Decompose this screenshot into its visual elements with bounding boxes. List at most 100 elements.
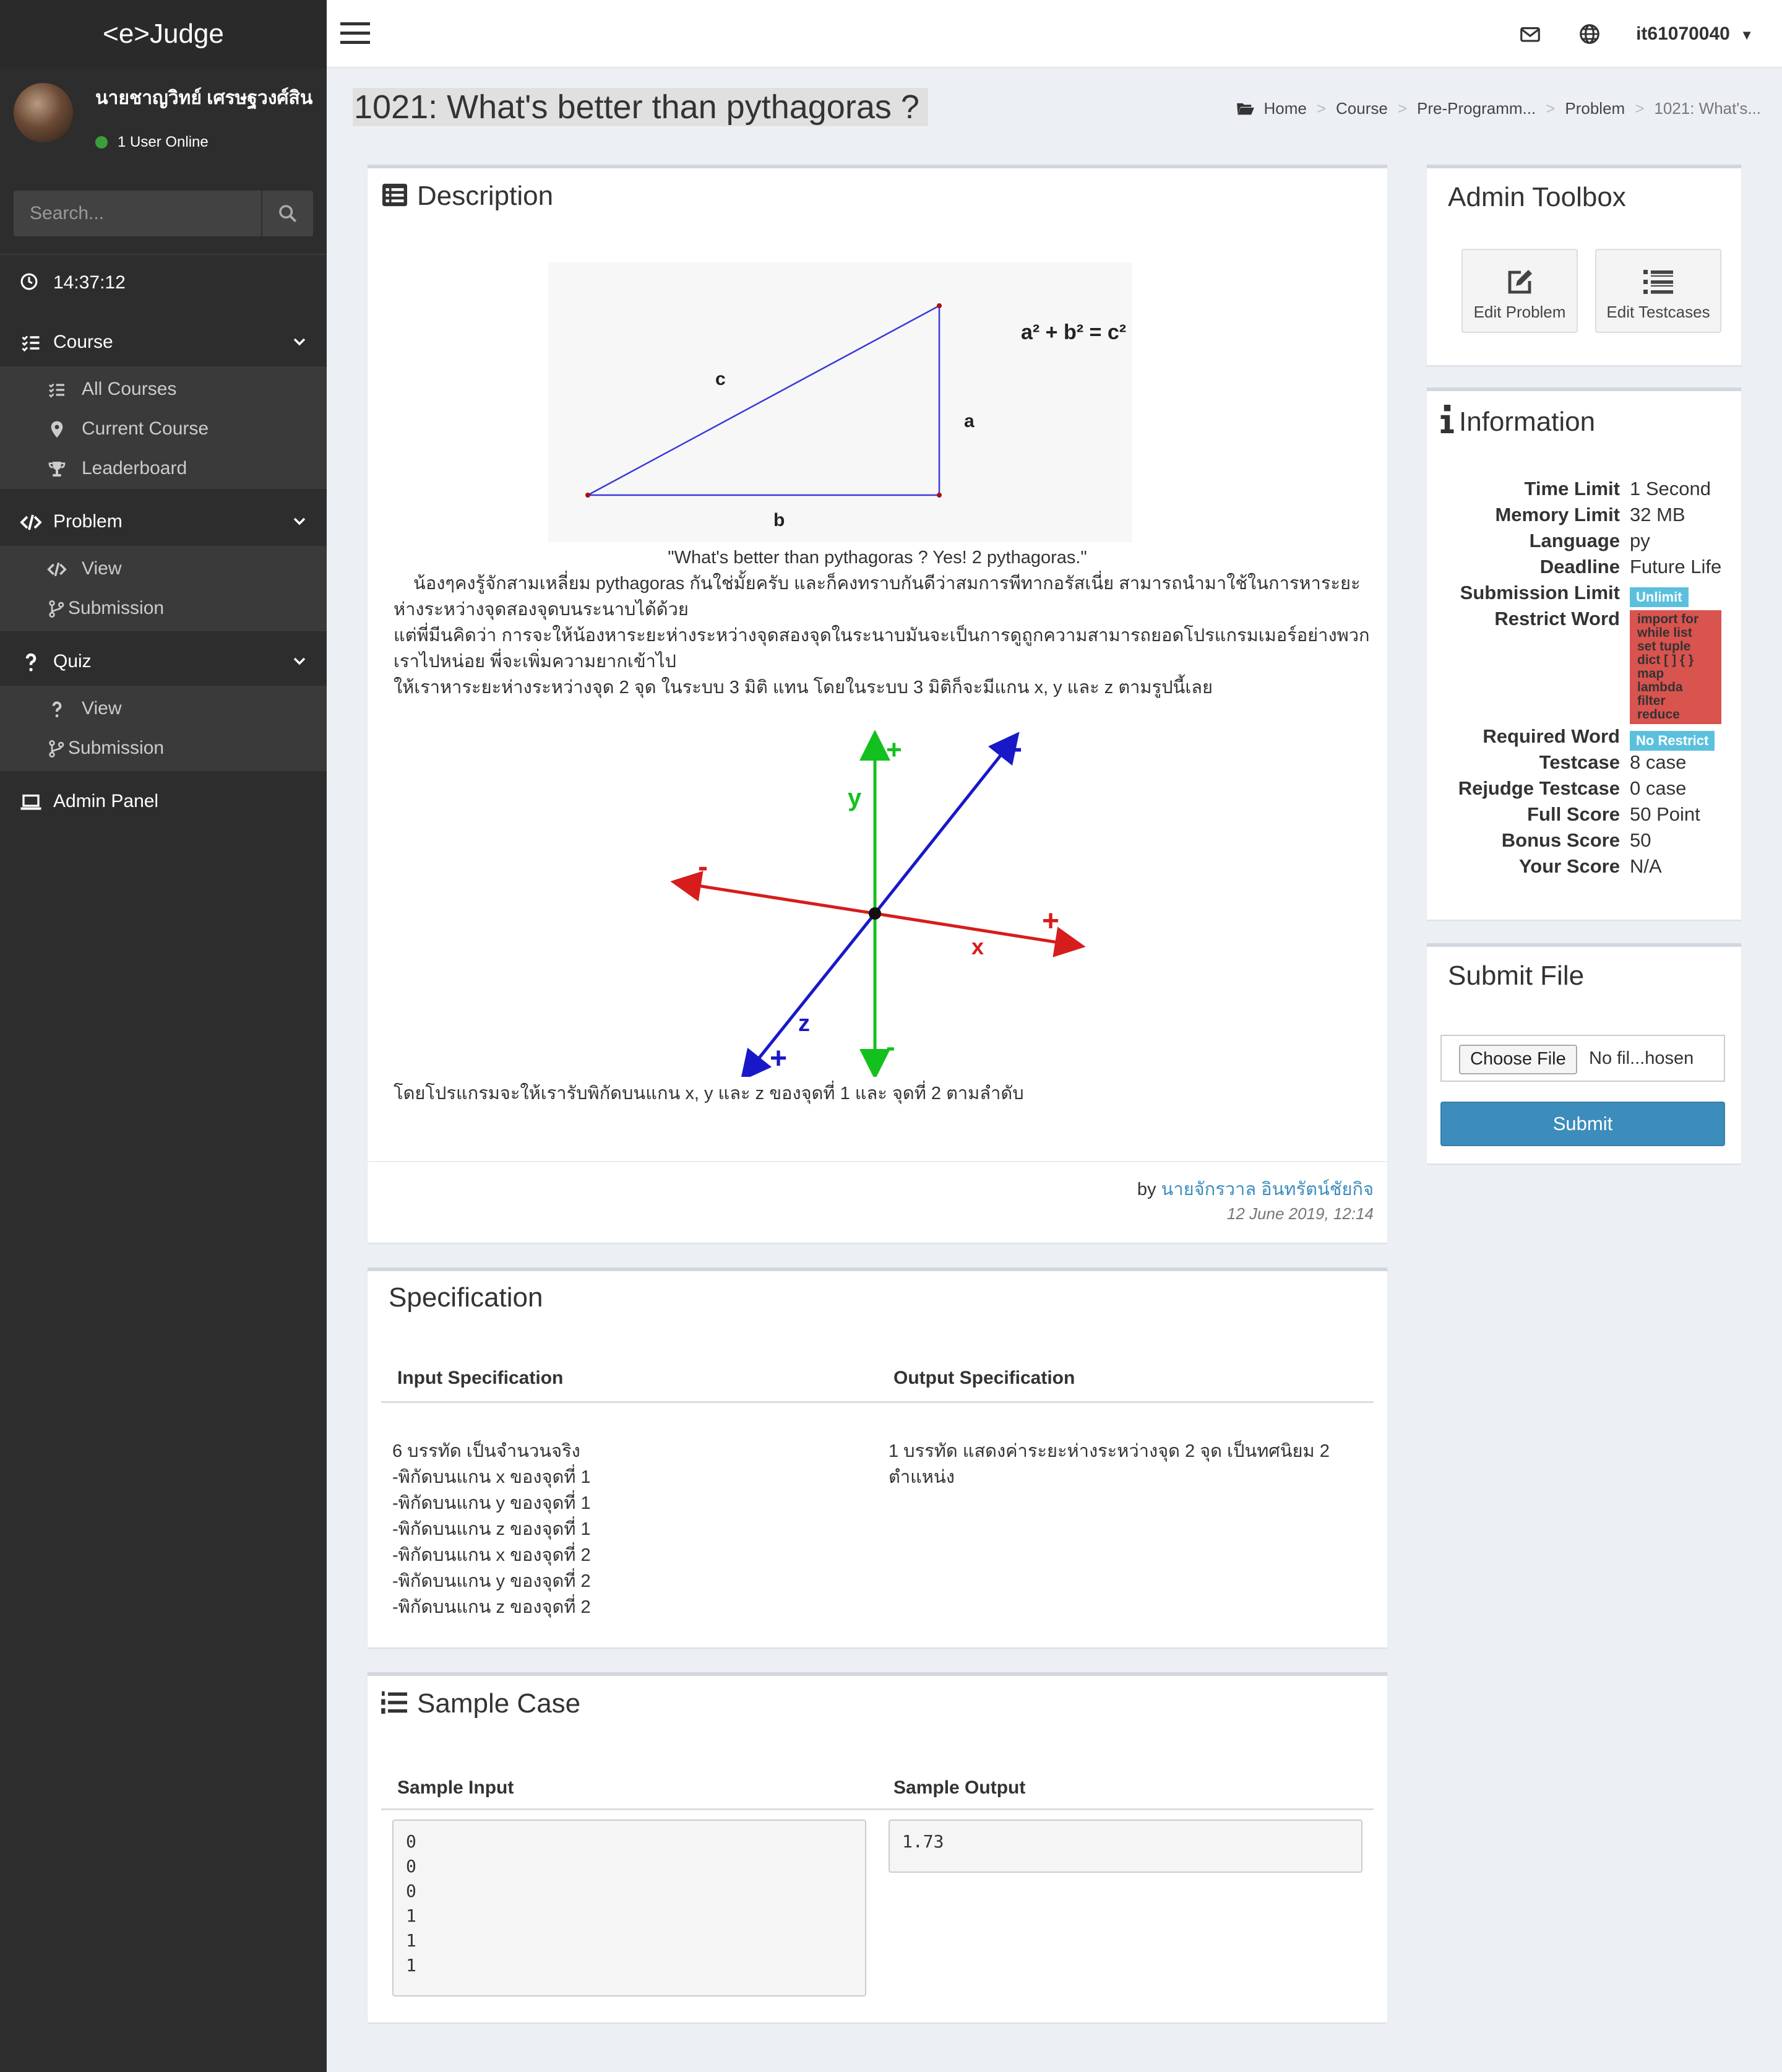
edit-testcases-label: Edit Testcases xyxy=(1606,303,1710,321)
x-minus-label: - xyxy=(698,850,708,883)
online-status: 1 User Online xyxy=(95,134,209,151)
info-row-bonus-score: Bonus Score 50 xyxy=(1427,829,1741,855)
sidebar-item-all-courses[interactable]: All Courses xyxy=(0,370,327,410)
desc-line: ให้เราหาระยะห่างระหว่างจุด 2 จุด ในระบบ … xyxy=(394,678,1213,697)
info-row-your-score: Your Score N/A xyxy=(1427,855,1741,881)
info-row-required-word: Required Word No Restrict xyxy=(1427,725,1741,751)
admin-toolbox-header: Admin Toolbox xyxy=(1448,182,1626,212)
restrict-word: filter xyxy=(1637,694,1666,708)
globe-icon[interactable] xyxy=(1578,22,1601,46)
sidebar-item-label: View xyxy=(82,558,122,579)
hamburger-menu-icon[interactable] xyxy=(340,22,370,45)
submit-button[interactable]: Submit xyxy=(1440,1102,1725,1146)
edit-problem-label: Edit Problem xyxy=(1473,303,1566,321)
info-key: Your Score xyxy=(1518,855,1620,877)
quiz-submenu: View Submission xyxy=(0,686,327,771)
sample-case-box: Sample Case Sample Input Sample Output 0… xyxy=(368,1672,1387,2022)
desc-line: แต่พี่มีนคิดว่า การจะให้น้องหาระยะห่างระ… xyxy=(394,626,1370,645)
file-input[interactable]: Choose File No fil...hosen xyxy=(1440,1035,1725,1082)
description-title: Description xyxy=(417,181,554,211)
course-submenu: All Courses Current Course Leaderboard xyxy=(0,366,327,489)
edit-problem-button[interactable]: Edit Problem xyxy=(1461,249,1578,333)
search-input[interactable]: Search... xyxy=(30,203,104,224)
info-key: Bonus Score xyxy=(1501,829,1620,851)
x-axis-negative xyxy=(670,871,876,915)
y-axis-label: y xyxy=(848,784,862,811)
input-spec-header: Input Specification xyxy=(397,1368,564,1388)
z-axis-positive xyxy=(740,912,876,1077)
sample-divider xyxy=(381,1808,1374,1810)
breadcrumb-current: 1021: What's... xyxy=(1654,99,1761,118)
information-header: Information xyxy=(1440,405,1595,438)
input-spec-line: -พิกัดบนแกน z ของจุดที่ 1 xyxy=(392,1519,591,1539)
online-text: 1 User Online xyxy=(118,134,209,150)
info-row-submission-limit: Submission Limit Unlimit xyxy=(1427,582,1741,608)
laptop-icon xyxy=(20,794,41,810)
info-value: 50 Point xyxy=(1630,803,1700,825)
chevron-down-icon xyxy=(293,517,306,525)
question-icon xyxy=(52,701,62,718)
specification-header: Specification xyxy=(389,1282,543,1313)
online-dot-icon xyxy=(95,136,108,149)
app-logo[interactable]: <e>Judge xyxy=(0,0,327,68)
breadcrumb-home[interactable]: Home xyxy=(1263,99,1306,118)
restrict-word: while list xyxy=(1637,626,1692,640)
info-value: 1 Second xyxy=(1630,478,1711,499)
output-spec-header: Output Specification xyxy=(893,1368,1075,1388)
choose-file-button[interactable]: Choose File xyxy=(1459,1045,1577,1074)
vertex-dot xyxy=(585,493,590,498)
sample-output-block: 1.73 xyxy=(889,1819,1362,1873)
info-row-restrict-word: Restrict Word import for while list set … xyxy=(1427,608,1741,724)
info-row-rejudge-testcase: Rejudge Testcase 0 case xyxy=(1427,777,1741,803)
restrict-word: import for xyxy=(1637,612,1699,626)
desc-line: ห่างระหว่างจุดสองจุดบนระนาบได้ด้วย xyxy=(394,600,689,619)
sidebar-item-admin-panel[interactable]: Admin Panel xyxy=(0,777,327,826)
sidebar-item-label: Quiz xyxy=(53,651,92,671)
output-spec-line: 1 บรรทัด แสดงค่าระยะห่างระหว่างจุด 2 จุด… xyxy=(889,1441,1330,1461)
breadcrumb-problem[interactable]: Problem xyxy=(1565,99,1625,118)
info-value: Future Life xyxy=(1630,556,1722,577)
author-link[interactable]: นายจักรวาล อินทรัตน์ชัยกิจ xyxy=(1161,1180,1374,1199)
top-username: it61070040 xyxy=(1636,24,1730,44)
output-spec-list: 1 บรรทัด แสดงค่าระยะห่างระหว่างจุด 2 จุด… xyxy=(889,1438,1330,1490)
envelope-icon[interactable] xyxy=(1518,22,1542,46)
clock-time: 14:37:12 xyxy=(53,272,126,293)
sidebar-item-quiz[interactable]: Quiz xyxy=(0,637,327,686)
info-icon xyxy=(1440,405,1454,433)
breadcrumb-course[interactable]: Course xyxy=(1336,99,1388,118)
sidebar-item-course[interactable]: Course xyxy=(0,318,327,366)
x-axis-label: x xyxy=(971,934,984,959)
user-menu[interactable]: it61070040 ▼ xyxy=(1636,24,1754,45)
submit-file-box: Submit File Choose File No fil...hosen S… xyxy=(1427,943,1741,1163)
sidebar-item-problem-submission[interactable]: Submission xyxy=(0,589,327,629)
no-file-chosen-text: No fil...hosen xyxy=(1589,1048,1694,1068)
sidebar-item-label: Problem xyxy=(53,511,123,532)
axes-3d-figure: y + - x + - z + - xyxy=(670,730,1086,1077)
list-ol-icon xyxy=(381,1691,407,1714)
info-key: Testcase xyxy=(1539,751,1620,773)
search-box[interactable]: Search... xyxy=(14,191,313,236)
search-button[interactable] xyxy=(261,191,313,236)
sidebar-item-quiz-submission[interactable]: Submission xyxy=(0,729,327,769)
list-check-icon xyxy=(49,383,64,398)
edit-testcases-button[interactable]: Edit Testcases xyxy=(1595,249,1721,333)
problem-submenu: View Submission xyxy=(0,546,327,631)
sidebar-item-current-course[interactable]: Current Course xyxy=(0,410,327,449)
information-box: Information Time Limit 1 Second Memory Li… xyxy=(1427,387,1741,920)
info-key: Deadline xyxy=(1539,556,1620,577)
y-minus-label: - xyxy=(886,1032,895,1062)
info-key: Time Limit xyxy=(1524,478,1620,499)
status-badge: No Restrict xyxy=(1630,731,1715,751)
user-panel: นายชาญวิทย์ เศรษฐวงศ์สิน 1 User Online xyxy=(0,68,327,173)
restrict-word: dict [ ] { } xyxy=(1637,653,1694,667)
desc-line: เราไปหน่อย พี่จะเพิ่มความยากเข้าไป xyxy=(394,652,676,671)
top-navbar: it61070040 ▼ xyxy=(327,0,1782,68)
sidebar-item-problem[interactable]: Problem xyxy=(0,498,327,546)
info-key: Rejudge Testcase xyxy=(1458,777,1620,799)
sidebar-item-leaderboard[interactable]: Leaderboard xyxy=(0,449,327,489)
sidebar-item-quiz-view[interactable]: View xyxy=(0,689,327,729)
information-title: Information xyxy=(1459,407,1596,437)
sidebar-item-problem-view[interactable]: View xyxy=(0,550,327,589)
breadcrumb-pre-programming[interactable]: Pre-Programm... xyxy=(1417,99,1536,118)
vertex-dot xyxy=(937,303,942,308)
